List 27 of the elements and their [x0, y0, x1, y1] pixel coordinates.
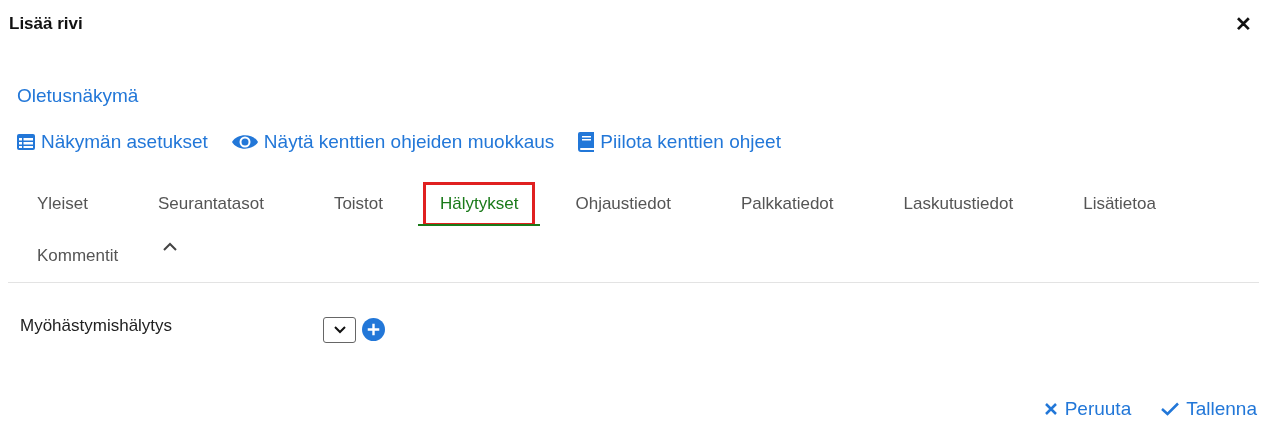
view-link[interactable]: Oletusnäkymä [17, 85, 139, 106]
field-label: Myöhästymishälytys [20, 315, 174, 337]
tab[interactable]: Seurantatasot [123, 178, 299, 230]
close-icon [1043, 402, 1058, 417]
add-button[interactable] [362, 318, 385, 341]
toolbar-link[interactable]: Piilota kenttien ohjeet [578, 127, 781, 157]
save-button[interactable]: Tallenna [1161, 395, 1257, 424]
cancel-button[interactable]: Peruuta [1043, 395, 1132, 424]
check-icon [1161, 402, 1180, 417]
eye-icon [231, 133, 258, 151]
table-icon [17, 134, 35, 150]
tab[interactable]: Toistot [298, 178, 419, 230]
chevron-down-icon [333, 326, 346, 334]
tab[interactable]: Kommentit [2, 230, 154, 282]
chevron-up-icon [163, 242, 178, 252]
tab[interactable]: Palkkatiedot [705, 178, 869, 230]
dropdown[interactable] [323, 317, 356, 343]
tab[interactable]: Ohjaustiedot [540, 178, 706, 230]
tab[interactable]: Yleiset [2, 178, 124, 230]
tab[interactable]: Hälytykset [418, 178, 541, 230]
tab[interactable]: Lisätietoa [1048, 178, 1191, 230]
toolbar-link[interactable]: Näytä kenttien ohjeiden muokkaus [231, 127, 555, 157]
close-button[interactable]: ✕ [1229, 9, 1258, 39]
book-icon [578, 132, 595, 152]
dialog-title: Lisää rivi [9, 13, 83, 36]
toolbar-link[interactable]: Näkymän asetukset [17, 127, 208, 157]
tab[interactable]: Laskutustiedot [868, 178, 1049, 230]
